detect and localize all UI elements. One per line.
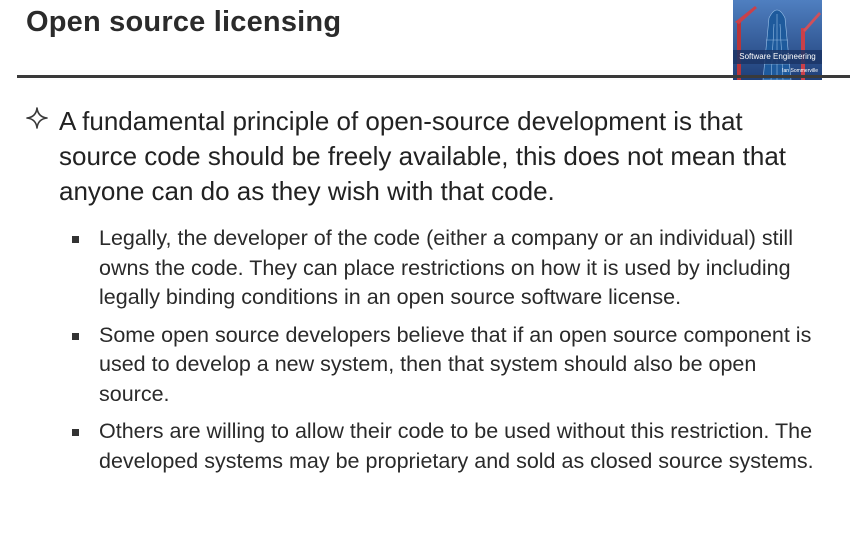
- sub-point-list: Legally, the developer of the code (eith…: [72, 224, 817, 484]
- square-bullet-icon: [72, 429, 79, 436]
- sub-point-item: Others are willing to allow their code t…: [72, 417, 817, 476]
- sub-point-text: Some open source developers believe that…: [99, 322, 812, 406]
- four-point-star-bullet-icon: [26, 107, 48, 129]
- logo-title: Software Engineering: [739, 52, 816, 61]
- slide-title: Open source licensing: [26, 6, 342, 38]
- sub-point-text: Legally, the developer of the code (eith…: [99, 226, 793, 309]
- title-divider: [17, 75, 850, 78]
- sub-point-item: Some open source developers believe that…: [72, 321, 817, 410]
- logo-author: Ian Sommerville: [782, 68, 818, 74]
- book-cover-logo: Software Engineering Ian Sommerville: [733, 0, 822, 80]
- sub-point-item: Legally, the developer of the code (eith…: [72, 224, 817, 313]
- main-point: A fundamental principle of open-source d…: [25, 104, 825, 209]
- square-bullet-icon: [72, 332, 79, 340]
- sub-point-text: Others are willing to allow their code t…: [99, 419, 814, 473]
- square-bullet-icon: [72, 236, 79, 243]
- main-point-text: A fundamental principle of open-source d…: [59, 106, 787, 206]
